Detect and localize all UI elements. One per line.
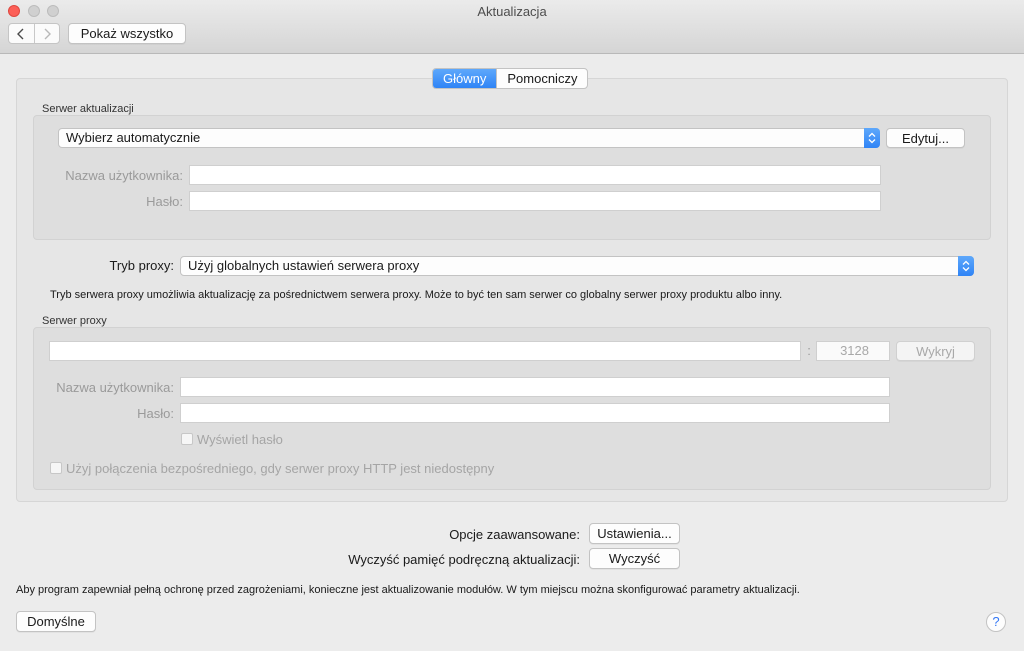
edit-server-button[interactable]: Edytuj... [886,128,965,148]
title-bar: Aktualizacja Pokaż wszystko [0,0,1024,54]
proxy-password-field[interactable] [180,403,890,423]
back-button[interactable] [9,24,34,43]
proxy-username-label: Nazwa użytkownika: [56,380,174,395]
advanced-options-label: Opcje zaawansowane: [449,527,580,542]
chevron-right-icon [44,28,51,39]
show-all-button[interactable]: Pokaż wszystko [68,23,186,44]
proxy-mode-selected-value: Użyj globalnych ustawień serwera proxy [188,258,420,273]
proxy-password-label: Hasło: [137,406,174,421]
update-password-field[interactable] [189,191,881,211]
proxy-port-field[interactable]: 3128 [816,341,890,361]
direct-connection-checkbox[interactable] [50,462,62,474]
proxy-address-field[interactable] [49,341,801,361]
proxy-mode-label: Tryb proxy: [109,258,174,273]
direct-connection-label: Użyj połączenia bezpośredniego, gdy serw… [66,461,495,476]
defaults-button[interactable]: Domyślne [16,611,96,632]
select-arrows-icon [864,128,880,148]
clear-cache-button[interactable]: Wyczyść [589,548,680,569]
update-server-section-label: Serwer aktualizacji [42,103,134,115]
tab-bar: Główny Pomocniczy [432,68,589,89]
port-separator: : [807,343,811,358]
proxy-username-field[interactable] [180,377,890,397]
settings-button[interactable]: Ustawienia... [589,523,680,544]
show-password-label: Wyświetl hasło [197,432,283,447]
forward-button[interactable] [33,24,60,43]
tab-pomocniczy[interactable]: Pomocniczy [496,69,587,88]
update-password-label: Hasło: [146,194,183,209]
update-username-label: Nazwa użytkownika: [65,168,183,183]
proxy-server-section-label: Serwer proxy [42,315,107,327]
show-password-checkbox[interactable] [181,433,193,445]
navigation-buttons [8,23,60,44]
update-server-selected-value: Wybierz automatycznie [66,130,201,145]
tab-glowny[interactable]: Główny [433,69,497,88]
proxy-mode-select[interactable]: Użyj globalnych ustawień serwera proxy [180,256,974,276]
window-title: Aktualizacja [477,4,547,19]
footer-info-text: Aby program zapewniał pełną ochronę prze… [16,584,800,596]
proxy-mode-description: Tryb serwera proxy umożliwia aktualizacj… [50,289,783,301]
chevron-left-icon [17,28,24,39]
update-server-select[interactable]: Wybierz automatycznie [58,128,880,148]
update-username-field[interactable] [189,165,881,185]
detect-proxy-button[interactable]: Wykryj [896,341,975,361]
clear-cache-label: Wyczyść pamięć podręczną aktualizacji: [348,552,580,567]
select-arrows-icon [958,256,974,276]
help-button[interactable]: ? [986,612,1006,632]
